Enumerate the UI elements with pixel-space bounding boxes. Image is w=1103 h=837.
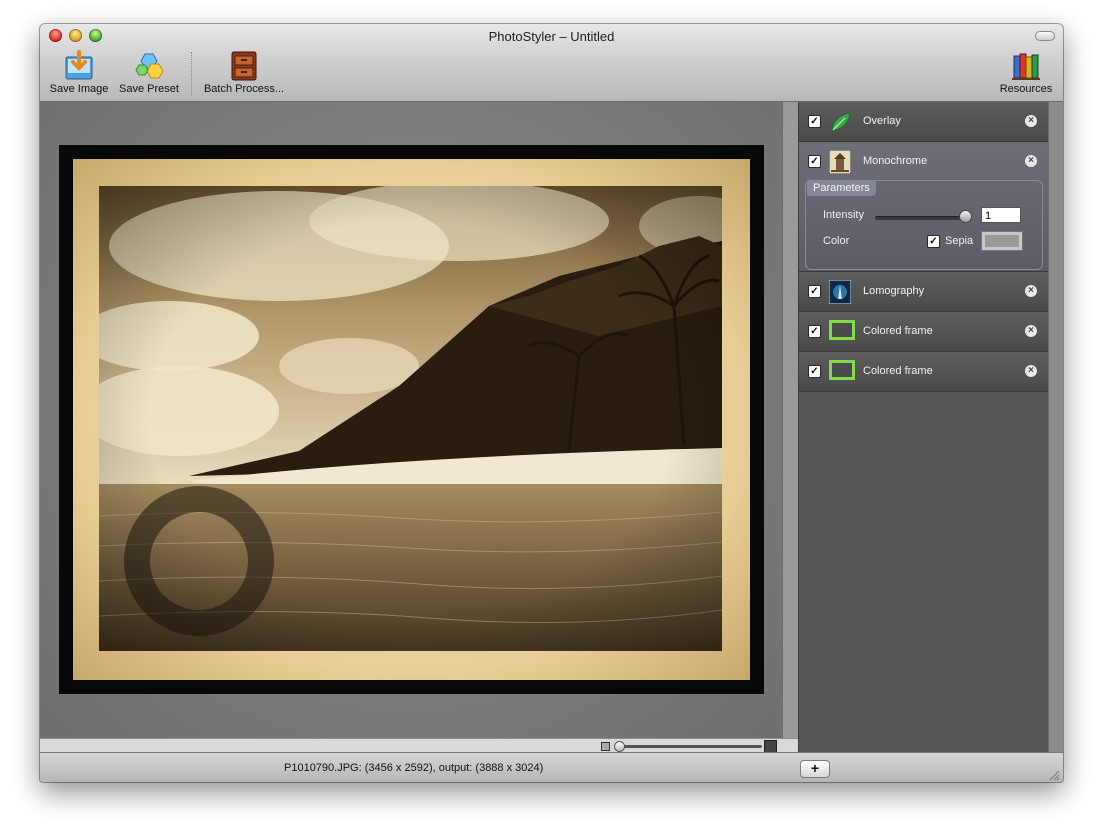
remove-effect-icon[interactable]: × (1025, 155, 1037, 167)
zoom-slider-knob[interactable] (614, 741, 625, 752)
effect-row-colored-frame[interactable]: ✓ Colored frame × (799, 312, 1049, 352)
remove-effect-icon[interactable]: × (1025, 325, 1037, 337)
effect-row-overlay[interactable]: ✓ Overlay × (799, 102, 1049, 142)
intensity-slider-knob[interactable] (959, 210, 972, 223)
effect-enable-checkbox[interactable]: ✓ (808, 155, 821, 168)
toolbar-toggle-button[interactable] (1035, 31, 1055, 41)
canvas-vertical-scrollbar[interactable] (782, 102, 799, 738)
books-icon (1010, 50, 1042, 82)
save-image-icon (63, 50, 95, 82)
app-window: PhotoStyler – Untitled Save Image Save P… (40, 24, 1063, 782)
save-image-button[interactable]: Save Image (48, 50, 110, 95)
color-label: Color (823, 235, 850, 247)
effect-label: Lomography (863, 285, 925, 297)
window-title: PhotoStyler – Untitled (488, 29, 615, 44)
image-canvas[interactable] (40, 102, 782, 738)
effect-label: Colored frame (863, 365, 933, 377)
save-image-label: Save Image (49, 83, 109, 95)
toolbar-separator (191, 52, 192, 96)
remove-effect-icon[interactable]: × (1025, 365, 1037, 377)
green-frame-icon (829, 320, 855, 342)
toolbar: PhotoStyler – Untitled Save Image Save P… (40, 24, 1063, 102)
effect-row-lomography[interactable]: ✓ Lomography × (799, 272, 1049, 312)
effect-label: Colored frame (863, 325, 933, 337)
panel-vertical-scrollbar[interactable] (1048, 102, 1063, 752)
lomography-thumb-icon (828, 279, 852, 305)
intensity-input[interactable]: 1 (981, 207, 1021, 223)
green-frame-icon (829, 360, 855, 382)
monochrome-thumb-icon (828, 149, 852, 175)
effect-label: Monochrome (863, 155, 928, 167)
intensity-label: Intensity (823, 209, 864, 221)
remove-effect-icon[interactable]: × (1025, 285, 1037, 297)
zoom-slider-track[interactable] (616, 745, 762, 748)
sepia-label: Sepia (945, 235, 974, 247)
resources-button[interactable]: Resources (995, 50, 1057, 95)
parameters-title: Parameters (807, 180, 876, 196)
batch-process-label: Batch Process... (203, 83, 285, 95)
remove-effect-icon[interactable]: × (1025, 115, 1037, 127)
add-effect-button[interactable]: + (800, 760, 830, 778)
effect-label: Overlay (863, 115, 901, 127)
batch-process-button[interactable]: Batch Process... (201, 50, 287, 95)
batch-process-icon (228, 50, 260, 82)
effects-panel: ✓ Overlay × ✓ Monochrome × Parameters In… (798, 102, 1049, 752)
effect-row-monochrome[interactable]: ✓ Monochrome × Parameters Intensity 1 Co… (799, 142, 1049, 272)
resize-grip-icon[interactable] (1048, 768, 1060, 781)
intensity-slider[interactable] (875, 216, 967, 220)
save-preset-icon (133, 50, 165, 82)
effect-enable-checkbox[interactable]: ✓ (808, 115, 821, 128)
effect-row-colored-frame[interactable]: ✓ Colored frame × (799, 352, 1049, 392)
status-bar: P1010790.JPG: (3456 x 2592), output: (38… (40, 752, 1063, 782)
save-preset-button[interactable]: Save Preset (117, 50, 181, 95)
save-preset-label: Save Preset (119, 83, 179, 95)
leaf-icon (829, 110, 851, 132)
image-info-text: P1010790.JPG: (3456 x 2592), output: (38… (284, 762, 544, 774)
color-well[interactable] (981, 231, 1023, 251)
effect-enable-checkbox[interactable]: ✓ (808, 365, 821, 378)
zoom-bar (40, 738, 798, 753)
effect-enable-checkbox[interactable]: ✓ (808, 325, 821, 338)
effect-enable-checkbox[interactable]: ✓ (808, 285, 821, 298)
photo-sepia-frame (73, 159, 750, 680)
beach-photo (99, 186, 722, 651)
photo-black-border (59, 145, 764, 694)
sepia-checkbox[interactable]: ✓ (927, 235, 940, 248)
resources-label: Resources (999, 83, 1053, 95)
zoom-out-icon[interactable] (601, 742, 610, 751)
